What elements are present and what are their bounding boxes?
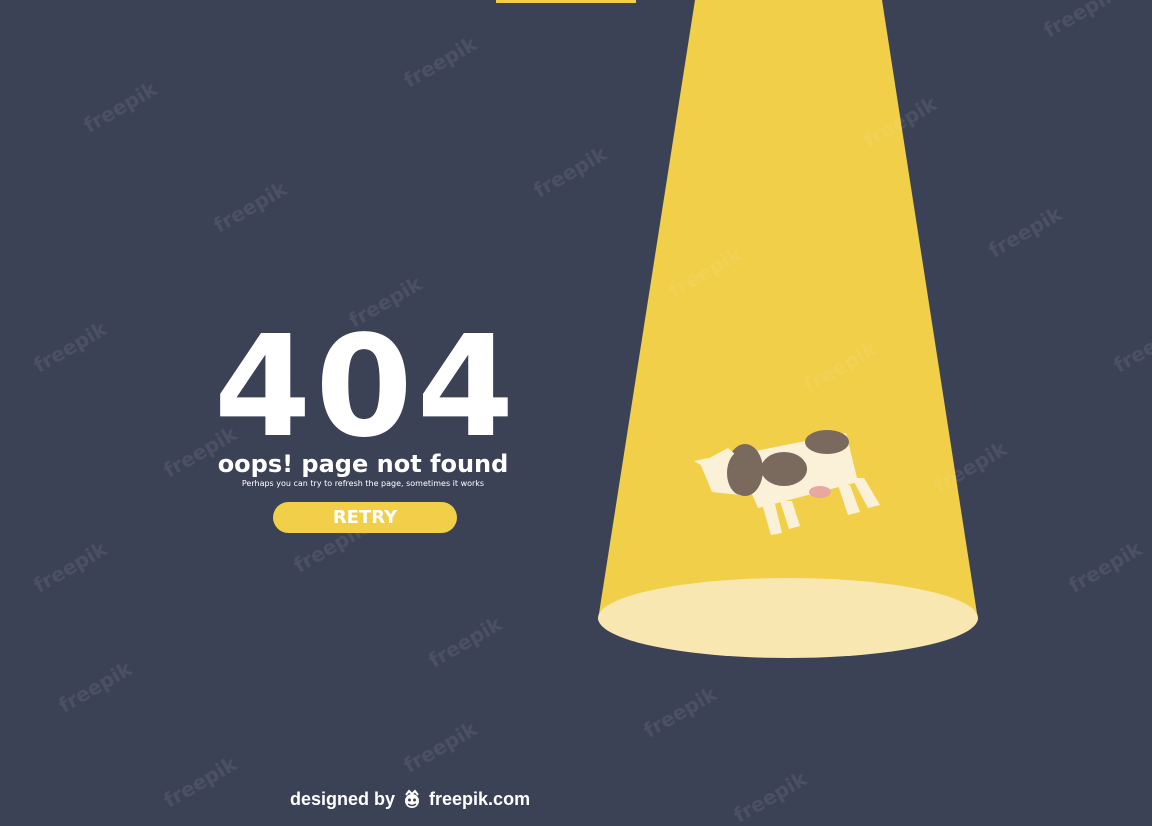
error-code: 404 [213,306,519,469]
credit-line[interactable]: designed by freepik.com [290,786,530,812]
retry-button[interactable]: RETRY [273,502,457,533]
credit-prefix: designed by [290,789,396,809]
spotlight-beam [598,0,978,620]
freepik-logo-icon [400,788,424,810]
spotlight-scene [598,0,978,658]
error-message: Perhaps you can try to refresh the page,… [241,479,485,488]
error-headline: oops! page not found [217,450,509,478]
spotlight-floor [598,578,978,658]
credit-brand: freepik.com [429,789,531,809]
